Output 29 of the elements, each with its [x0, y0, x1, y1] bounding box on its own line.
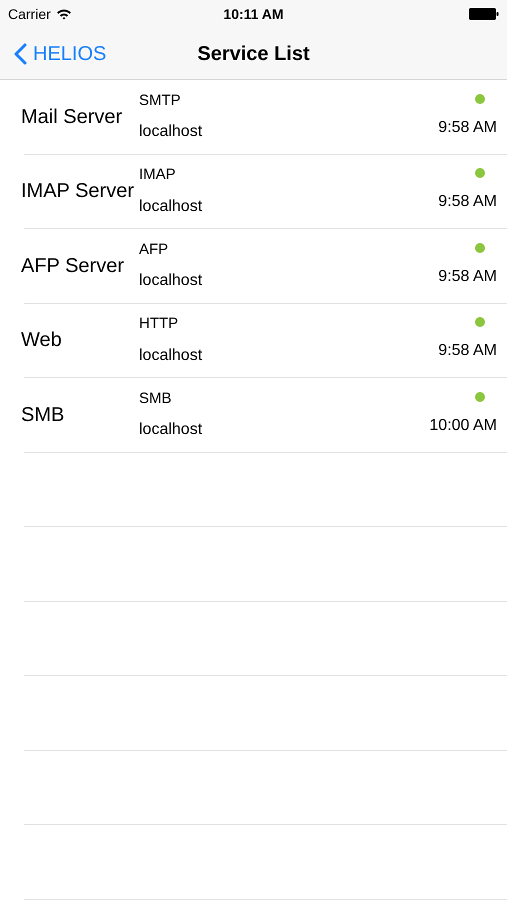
host-label: localhost [139, 122, 202, 142]
host-label: localhost [139, 420, 202, 440]
host-label: localhost [139, 271, 202, 291]
time-label: 10:00 AM [429, 416, 497, 436]
battery-icon [469, 8, 499, 20]
service-name: SMB [21, 402, 66, 428]
protocol-label: SMB [139, 388, 172, 408]
time-label: 9:58 AM [438, 192, 497, 212]
host-label: localhost [139, 346, 202, 366]
host-label: localhost [139, 196, 202, 216]
protocol-label: IMAP [139, 165, 176, 185]
wifi-icon [56, 8, 72, 20]
service-row[interactable]: SMB SMB localhost 10:00 AM [24, 378, 507, 452]
nav-title: Service List [197, 42, 310, 66]
service-name: AFP Server [21, 254, 125, 279]
service-name: Mail Server [21, 104, 124, 130]
carrier-label: Carrier [8, 4, 51, 24]
time-label: 9:58 AM [438, 266, 497, 287]
protocol-label: SMTP [139, 90, 181, 110]
time-label: 9:58 AM [438, 118, 497, 138]
service-row[interactable]: IMAP Server IMAP localhost 9:58 AM [24, 154, 507, 229]
service-row[interactable]: Mail Server SMTP localhost 9:58 AM [24, 80, 507, 154]
protocol-label: AFP [139, 240, 168, 260]
back-chevron-icon [14, 42, 27, 64]
time-label: 9:58 AM [438, 341, 497, 362]
protocol-label: HTTP [139, 314, 178, 334]
service-name: Web [21, 328, 63, 354]
service-name: IMAP Server [21, 179, 135, 204]
clock-time: 10:11 AM [223, 4, 284, 24]
